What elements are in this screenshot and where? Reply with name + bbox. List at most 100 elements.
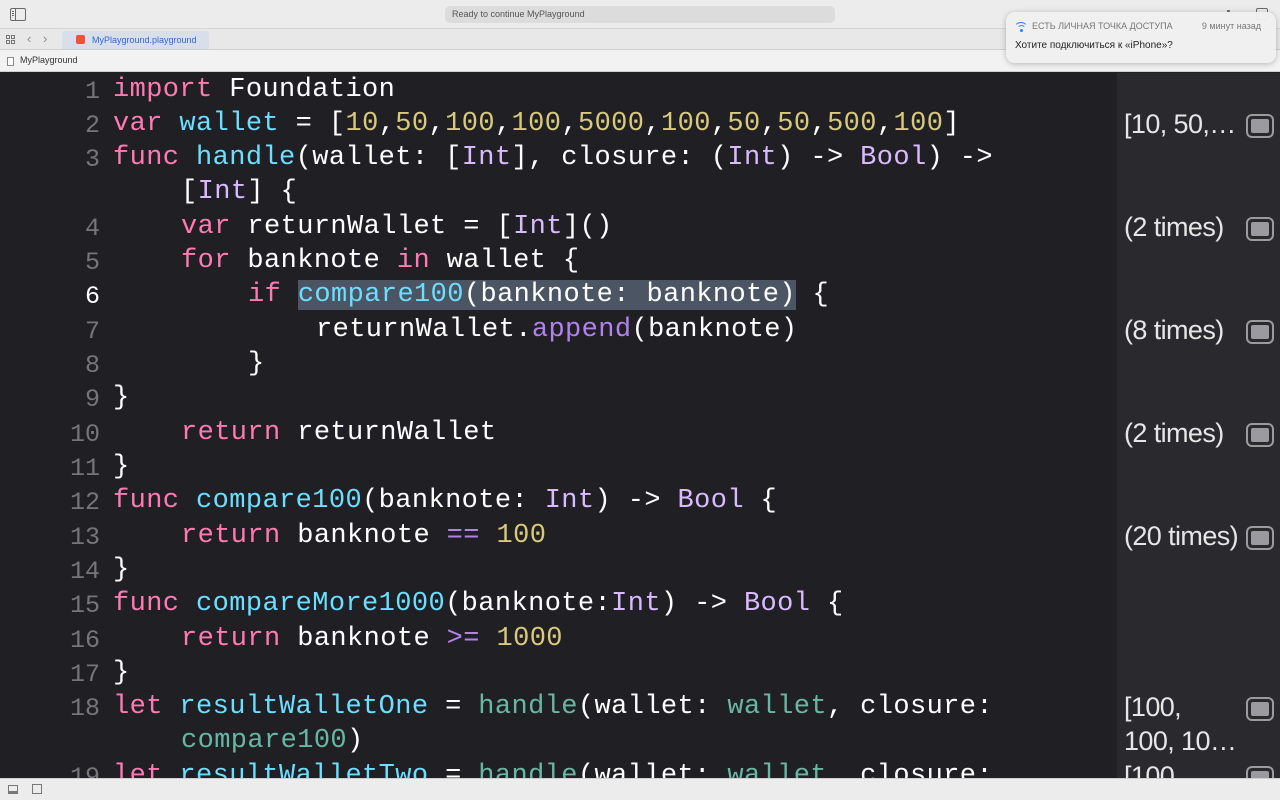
code-token: (wallet:	[577, 692, 728, 722]
code-token: ) ->	[926, 143, 994, 173]
code-line[interactable]: return returnWallet	[181, 418, 496, 448]
code-token: ,	[378, 109, 396, 139]
sidebar-toggle-icon[interactable]	[10, 8, 26, 21]
forward-button[interactable]: ›	[43, 32, 47, 46]
code-line[interactable]: for banknote in wallet {	[181, 246, 580, 276]
line-number: 3	[84, 145, 100, 174]
tab-label: MyPlayground.playground	[92, 35, 197, 45]
playground-file-icon	[7, 57, 14, 66]
code-token: returnWallet = [	[230, 212, 514, 242]
code-token: ,	[760, 109, 778, 139]
show-result-icon[interactable]	[1246, 526, 1274, 550]
code-line[interactable]: [Int] {	[181, 177, 297, 207]
back-button[interactable]: ‹	[27, 32, 31, 46]
code-token: returnWallet.	[316, 315, 532, 345]
notification-title: ЕСТЬ ЛИЧНАЯ ТОЧКА ДОСТУПА	[1032, 21, 1173, 31]
related-items-icon[interactable]	[6, 35, 16, 45]
code-line[interactable]: return banknote >= 1000	[181, 624, 563, 654]
code-token: Bool	[860, 143, 927, 173]
code-token: ==	[446, 521, 480, 551]
code-line[interactable]: }	[113, 658, 130, 688]
code-line[interactable]: let resultWalletTwo = handle(wallet: wal…	[113, 761, 993, 778]
code-token: let	[113, 692, 163, 722]
code-token: , closure:	[826, 761, 993, 778]
breadcrumb[interactable]: MyPlayground	[20, 55, 78, 65]
debug-bar	[0, 778, 1280, 800]
code-token: if	[248, 280, 282, 310]
code-token: func	[113, 143, 180, 173]
code-token: (banknote)	[631, 315, 798, 345]
line-number: 8	[84, 351, 100, 380]
line-number: 2	[84, 111, 100, 140]
code-line[interactable]: }	[113, 383, 130, 413]
line-number: 16	[69, 626, 100, 655]
result-value: [100,	[1124, 761, 1182, 778]
line-number: 11	[69, 454, 100, 483]
code-editor[interactable]: 1 2 3 4 5 6 7 8 9 10 11 12 13 14 15 16 17 18 19 import Fou…	[0, 73, 1117, 778]
code-line[interactable]: compare100)	[181, 726, 364, 756]
code-line[interactable]: var wallet = [10,50,100,100,5000,100,50,…	[113, 109, 960, 139]
result-value: [100,	[1124, 692, 1182, 722]
code-token: {	[743, 486, 778, 516]
line-number: 13	[69, 523, 100, 552]
show-result-icon[interactable]	[1246, 423, 1274, 447]
code-token: 50	[727, 109, 761, 139]
code-line[interactable]: }	[248, 349, 265, 379]
code-line[interactable]: func compare100(banknote: Int) -> Bool {	[113, 486, 777, 516]
code-token: 5000	[577, 109, 645, 139]
code-line[interactable]: func handle(wallet: [Int], closure: (Int…	[113, 143, 993, 173]
code-token: Int	[727, 143, 778, 173]
show-result-icon[interactable]	[1246, 766, 1274, 778]
activity-status: Ready to continue MyPlayground	[445, 6, 835, 23]
line-number: 19	[69, 763, 100, 778]
code-token: (banknote:	[445, 589, 612, 619]
code-token: = [	[279, 109, 346, 139]
code-token: ,	[644, 109, 661, 139]
code-line[interactable]: func compareMore1000(banknote:Int) -> Bo…	[113, 589, 844, 619]
code-line[interactable]: if compare100(banknote: banknote) {	[248, 280, 829, 310]
code-line[interactable]: returnWallet.append(banknote)	[316, 315, 798, 345]
show-result-icon[interactable]	[1246, 217, 1274, 241]
notification-time: 9 минут назад	[1201, 21, 1261, 31]
code-line[interactable]: var returnWallet = [Int]()	[181, 212, 613, 242]
code-token: ) ->	[660, 589, 744, 619]
code-line[interactable]: import Foundation	[113, 75, 395, 105]
line-number: 6	[84, 282, 100, 311]
code-token: 500	[827, 109, 877, 139]
code-token: 100	[496, 521, 547, 551]
result-value: (2 times)	[1124, 418, 1224, 448]
code-token: 100	[893, 109, 944, 139]
code-token: 50	[777, 109, 811, 139]
code-token: }	[113, 658, 130, 688]
wifi-icon	[1014, 21, 1028, 32]
code-token: {	[810, 589, 844, 619]
code-token: banknote	[230, 246, 397, 276]
code-token: Foundation	[212, 75, 396, 105]
highlighted-token: (banknote: banknote)	[463, 280, 796, 310]
code-token: Int	[611, 589, 661, 619]
line-number: 5	[84, 248, 100, 277]
show-result-icon[interactable]	[1246, 320, 1274, 344]
show-result-icon[interactable]	[1246, 697, 1274, 721]
line-number: 17	[69, 660, 100, 689]
code-token: 50	[395, 109, 429, 139]
result-value: (8 times)	[1124, 315, 1224, 345]
code-line[interactable]: }	[113, 452, 130, 482]
run-playground-icon[interactable]	[32, 784, 42, 794]
code-token: Bool	[743, 589, 811, 619]
hotspot-notification[interactable]: ЕСТЬ ЛИЧНАЯ ТОЧКА ДОСТУПА 9 минут назад …	[1006, 12, 1276, 63]
line-number: 10	[69, 420, 100, 449]
notification-body: Хотите подключиться к «iPhone»?	[1015, 40, 1173, 51]
show-result-icon[interactable]	[1246, 114, 1274, 138]
code-line[interactable]: let resultWalletOne = handle(wallet: wal…	[113, 692, 993, 722]
code-token: Int	[513, 212, 563, 242]
code-token: >=	[446, 624, 480, 654]
code-line[interactable]: }	[113, 555, 130, 585]
result-value: (2 times)	[1124, 212, 1224, 242]
highlighted-token: compare100	[297, 280, 464, 310]
code-line[interactable]: return banknote == 100	[181, 521, 546, 551]
hide-debug-area-icon[interactable]	[8, 785, 18, 794]
